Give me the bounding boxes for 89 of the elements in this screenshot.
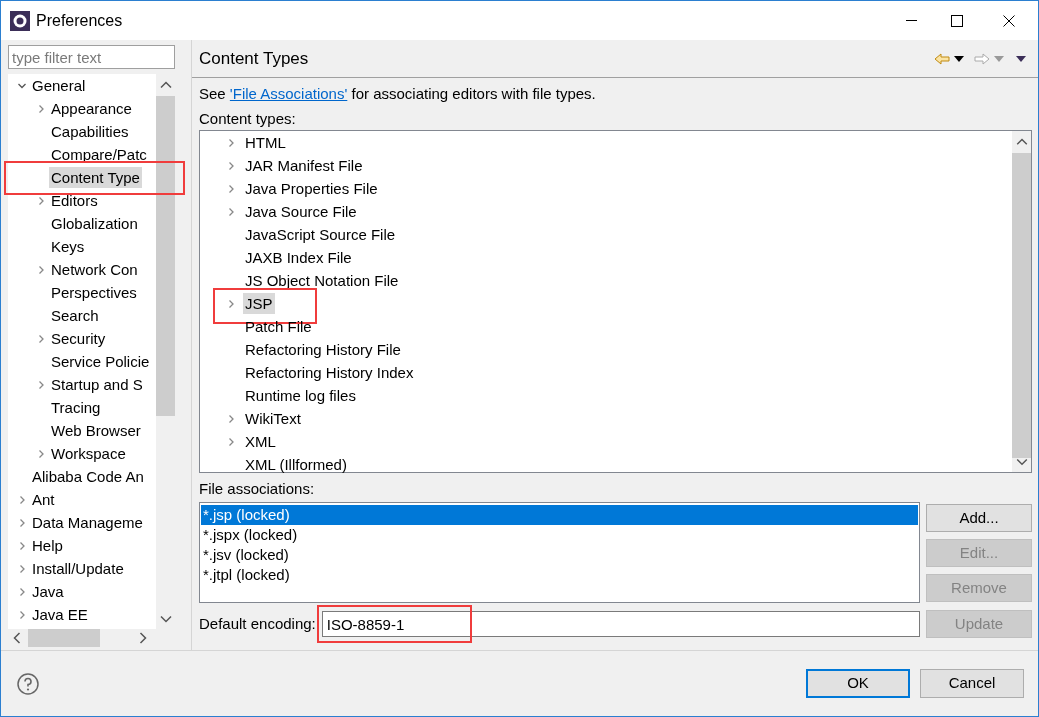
chevron-icon[interactable] [227,160,235,171]
tree-item[interactable]: Globalization [49,213,140,234]
tree-item[interactable]: Java Source File [243,201,359,222]
app-icon [10,10,30,31]
tree-item[interactable]: JS Object Notation File [243,270,401,291]
field-label: Default encoding: [199,613,316,634]
scroll-up-icon[interactable] [159,81,172,89]
tree-item[interactable]: Ant [30,489,57,510]
tree-item[interactable]: Refactoring History Index [243,362,416,383]
tree-item[interactable]: Network Con [49,259,140,280]
close-icon[interactable] [1003,14,1015,27]
tree-item[interactable]: WikiText [243,408,303,429]
chevron-icon[interactable] [18,540,26,551]
chevron-icon[interactable] [227,436,235,447]
chevron-icon[interactable] [18,609,26,620]
tree-item[interactable]: XML (Illformed) [243,454,349,475]
chevron-icon[interactable] [37,195,45,206]
tree-item[interactable]: Startup and S [49,374,145,395]
scroll-up-icon[interactable] [1015,138,1028,146]
chevron-icon[interactable] [18,517,26,528]
chevron-icon[interactable] [227,298,235,309]
window-title: Preferences [36,10,123,31]
tree-item[interactable]: Runtime log files [243,385,358,406]
page-title: Content Types [199,47,309,70]
list-item[interactable]: *.jtpl (locked) [201,565,918,585]
tree-item[interactable]: Service Policie [49,351,152,372]
help-icon[interactable] [17,672,39,695]
tree-item[interactable]: Compare/Patc [49,144,149,165]
list-item[interactable]: *.jsp (locked) [201,505,918,525]
chevron-icon[interactable] [37,379,45,390]
file-associations-link[interactable]: 'File Associations' [229,85,348,102]
tree-item[interactable]: Java Properties File [243,178,380,199]
maximize-icon[interactable] [951,14,963,27]
tree-item[interactable]: Content Type [49,167,142,188]
tree-item[interactable]: HTML [243,132,288,153]
tree-item[interactable]: JSP [243,293,275,314]
description-text: See 'File Associations' for associating editors with file types. [199,84,597,104]
filter-field[interactable]: type filter text [8,45,175,69]
scroll-down-icon[interactable] [159,615,172,623]
view-menu-icon[interactable] [1016,55,1026,62]
tree-item[interactable]: Tracing [49,397,103,418]
tree-item[interactable]: General [30,75,88,96]
chevron-icon[interactable] [18,494,26,505]
chevron-icon[interactable] [37,448,45,459]
forward-arrow-icon[interactable] [974,52,990,65]
tree-item[interactable]: Workspace [49,443,128,464]
chevron-icon[interactable] [37,333,45,344]
tree-item[interactable]: Alibaba Code An [30,466,146,487]
tree-item[interactable]: Appearance [49,98,134,119]
minimize-icon[interactable] [905,19,917,22]
chevron-icon[interactable] [227,413,235,424]
tree-item[interactable]: Data Manageme [30,512,145,533]
section-label: File associations: [199,479,316,499]
chevron-icon[interactable] [227,183,235,194]
tree-item[interactable]: Install/Update [30,558,126,579]
tree-item[interactable]: JAR Manifest File [243,155,365,176]
tree-item[interactable]: Java EE [30,604,90,625]
scroll-down-icon[interactable] [1015,458,1028,466]
list-item[interactable]: *.jsv (locked) [201,545,918,565]
tree-item[interactable]: JAXB Index File [243,247,354,268]
dialog-button[interactable]: Cancel [920,669,1024,698]
tree-item[interactable]: Capabilities [49,121,131,142]
chevron-icon[interactable] [227,206,235,217]
scrollbar-thumb[interactable] [156,96,175,416]
tree-item[interactable]: Java [30,581,66,602]
scroll-left-icon[interactable] [13,632,21,644]
section-label: Content types: [199,109,297,129]
tree-item[interactable]: Refactoring History File [243,339,403,360]
chevron-icon[interactable] [18,563,26,574]
chevron-icon[interactable] [227,137,235,148]
tree-item[interactable]: Perspectives [49,282,139,303]
tree-item[interactable]: Web Browser [49,420,143,441]
tree-item[interactable]: Security [49,328,108,349]
tree-item[interactable]: JavaScript Source File [243,224,398,245]
list-item[interactable]: *.jspx (locked) [201,525,918,545]
chevron-icon[interactable] [18,586,26,597]
scrollbar-thumb[interactable] [28,629,100,647]
scroll-right-icon[interactable] [139,632,147,644]
dialog-button[interactable]: OK [806,669,910,698]
caret-icon[interactable] [954,55,964,62]
chevron-icon[interactable] [37,103,45,114]
tree-item[interactable]: XML [243,431,278,452]
dialog-button[interactable]: Add... [926,504,1032,532]
tree-item[interactable]: Help [30,535,65,556]
encoding-field[interactable]: ISO-8859-1 [321,611,920,637]
tree-item[interactable]: Editors [49,190,100,211]
tree-item[interactable]: Keys [49,236,87,257]
chevron-icon[interactable] [37,264,45,275]
tree-item[interactable]: Search [49,305,101,326]
